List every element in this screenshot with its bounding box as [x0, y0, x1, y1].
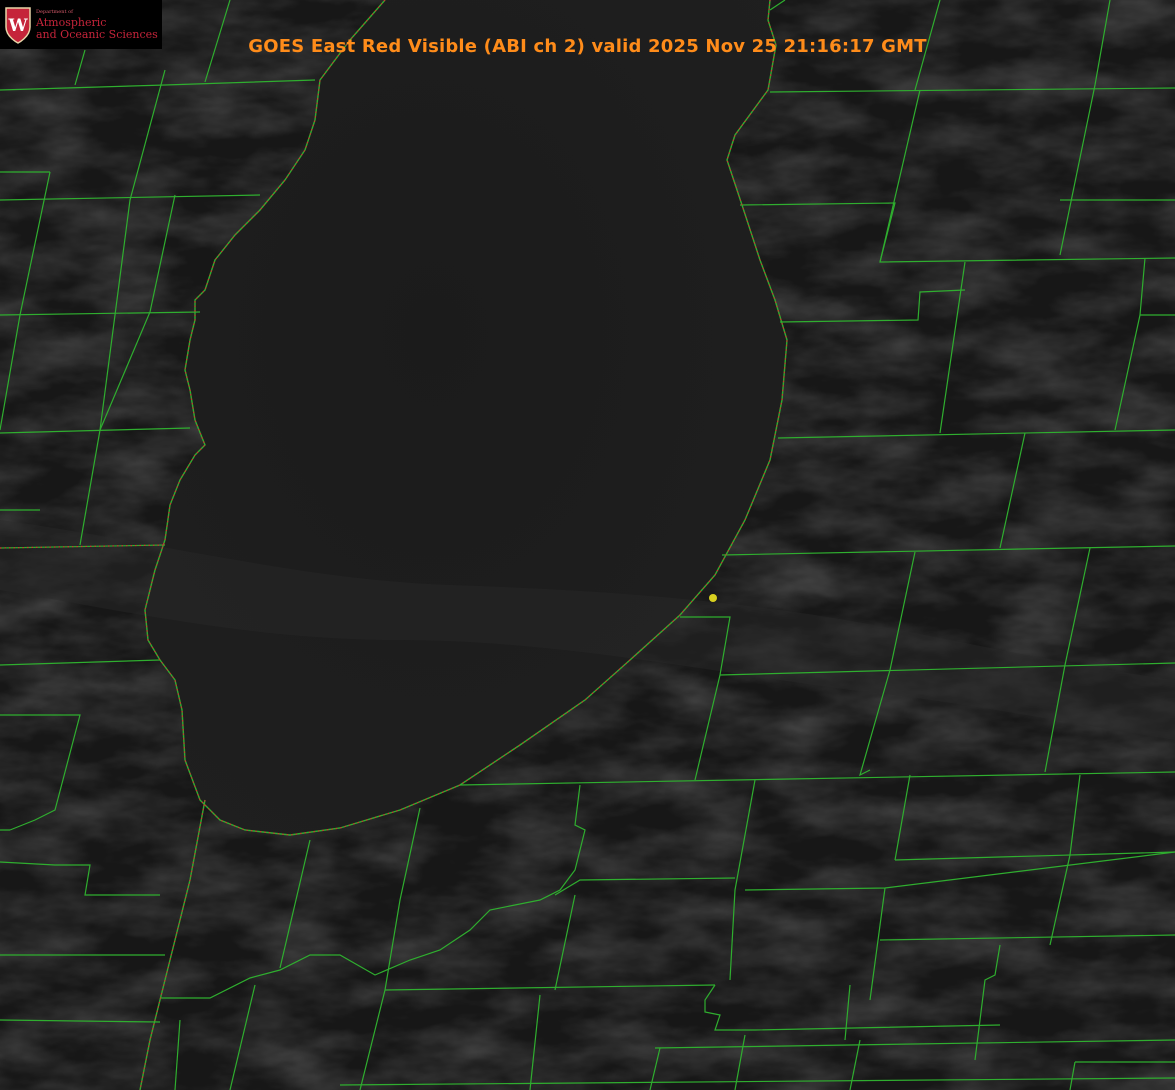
- svg-text:W: W: [7, 16, 28, 36]
- logo-department: Department of: [36, 8, 73, 15]
- image-title: GOES East Red Visible (ABI ch 2) valid 2…: [248, 36, 927, 57]
- uw-aos-logo: W Department of Atmospheric and Oceanic …: [0, 0, 162, 49]
- uw-crest-icon: W: [5, 6, 31, 44]
- logo-line-2: and Oceanic Sciences: [36, 27, 158, 41]
- logo-line-1: Atmospheric: [36, 15, 107, 29]
- satellite-map[interactable]: [0, 0, 1175, 1090]
- location-dot-icon: [709, 594, 717, 602]
